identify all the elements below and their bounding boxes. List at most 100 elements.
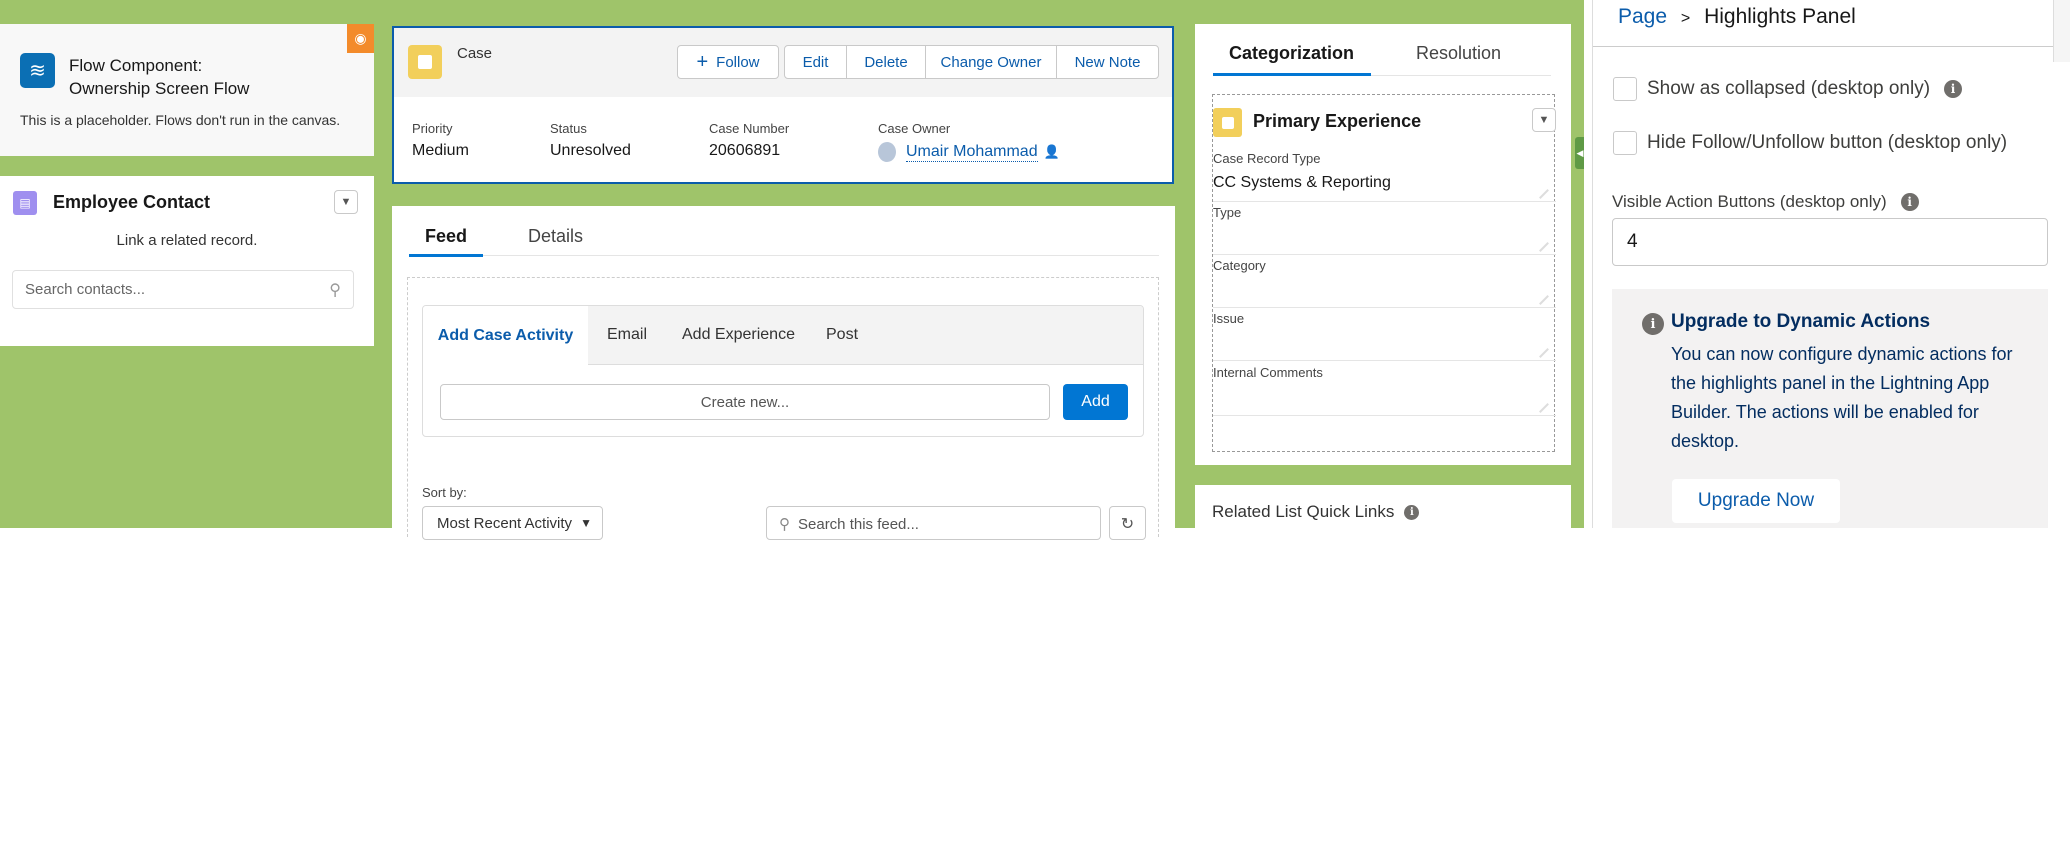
priority-label: Priority: [412, 121, 453, 136]
info-icon[interactable]: i: [1944, 80, 1963, 98]
breadcrumb-current: Highlights Panel: [1704, 5, 1856, 28]
search-feed-placeholder: Search this feed...: [798, 516, 919, 533]
experience-icon: [1213, 108, 1242, 137]
visible-action-buttons-label: Visible Action Buttons (desktop only): [1612, 192, 1887, 211]
primary-experience-section: Primary Experience ▼ Case Record Type CC …: [1212, 94, 1556, 452]
sort-select[interactable]: Most Recent Activity ▼: [422, 506, 603, 540]
flow-placeholder-text: This is a placeholder. Flows don't run i…: [20, 112, 341, 128]
flow-title: Flow Component:: [69, 56, 203, 75]
edit-icon[interactable]: [1539, 295, 1549, 305]
field-label: Type: [1213, 205, 1242, 220]
object-name: Case: [457, 45, 493, 62]
upgrade-notice: i Upgrade to Dynamic Actions You can now…: [1612, 289, 2048, 528]
field-value: CC Systems & Reporting: [1213, 174, 1391, 191]
follow-button[interactable]: + Follow: [677, 45, 779, 79]
tab-email[interactable]: Email: [607, 326, 647, 344]
search-contacts-input[interactable]: Search contacts... ⚲: [12, 270, 354, 309]
related-links-title: Related List Quick Links: [1212, 502, 1395, 521]
new-note-button[interactable]: New Note: [1056, 45, 1159, 79]
field-label: Internal Comments: [1213, 365, 1323, 380]
upgrade-now-button[interactable]: Upgrade Now: [1672, 479, 1840, 523]
edit-button[interactable]: Edit: [784, 45, 847, 79]
case-number-label: Case Number: [709, 121, 790, 136]
avatar: [878, 142, 896, 162]
flow-icon: ≋: [20, 53, 55, 88]
create-new-input[interactable]: Create new...: [440, 384, 1050, 420]
case-owner-link[interactable]: Umair Mohammad: [906, 143, 1038, 162]
highlights-panel[interactable]: Case + Follow Edit Delete Change Owner Ne…: [392, 26, 1174, 184]
show-collapsed-checkbox[interactable]: [1613, 77, 1637, 101]
tab-feed[interactable]: Feed: [425, 226, 467, 247]
visible-action-buttons-value: 4: [1627, 231, 1638, 252]
search-icon: ⚲: [329, 281, 341, 299]
status-label: Status: [550, 121, 587, 136]
breadcrumb-page-link[interactable]: Page: [1618, 5, 1667, 28]
upgrade-body: You can now configure dynamic actions fo…: [1671, 344, 2013, 451]
flow-name: Ownership Screen Flow: [69, 79, 250, 98]
field-label: Case Record Type: [1213, 151, 1321, 166]
delete-button[interactable]: Delete: [846, 45, 926, 79]
tab-label: Add Case Activity: [437, 327, 574, 344]
tab-categorization[interactable]: Categorization: [1229, 43, 1354, 64]
related-list-quick-links-card: Related List Quick Links i: [1195, 485, 1571, 528]
hide-follow-label: Hide Follow/Unfollow button (desktop onl…: [1647, 132, 2008, 153]
case-icon: [408, 45, 442, 79]
case-owner-label: Case Owner: [878, 121, 951, 136]
edit-icon[interactable]: [1539, 403, 1549, 413]
search-icon: ⚲: [779, 516, 790, 533]
properties-panel: Page > Highlights Panel Show as collapse…: [1593, 0, 2070, 528]
upgrade-title: Upgrade to Dynamic Actions: [1671, 311, 1931, 332]
plus-icon: +: [696, 50, 709, 73]
priority-value: Medium: [412, 142, 469, 159]
info-icon[interactable]: i: [1900, 193, 1919, 211]
search-feed-input[interactable]: ⚲ Search this feed...: [766, 506, 1101, 540]
refresh-icon: ↻: [1120, 516, 1135, 533]
tab-add-case-activity[interactable]: Add Case Activity: [423, 306, 588, 366]
breadcrumb: Page > Highlights Panel: [1618, 5, 1856, 29]
tab-add-experience[interactable]: Add Experience: [682, 326, 795, 344]
edit-icon[interactable]: [1539, 242, 1549, 252]
info-icon[interactable]: i: [1404, 504, 1420, 520]
breadcrumb-separator: >: [1680, 10, 1691, 27]
tab-post[interactable]: Post: [826, 326, 858, 344]
flow-component-card[interactable]: ≋ Flow Component: Ownership Screen Flow …: [0, 24, 374, 156]
field-internal-comments[interactable]: Internal Comments: [1213, 365, 1556, 416]
field-label: Issue: [1213, 311, 1245, 326]
sort-value: Most Recent Activity: [437, 515, 573, 532]
case-number-value: 20606891: [709, 142, 781, 159]
sort-label: Sort by:: [422, 485, 467, 500]
field-issue[interactable]: Issue: [1213, 311, 1556, 361]
edit-icon[interactable]: [1539, 348, 1549, 358]
tab-resolution[interactable]: Resolution: [1416, 43, 1501, 64]
chevron-down-icon[interactable]: ▼: [1532, 108, 1556, 132]
field-case-record-type[interactable]: Case Record Type CC Systems & Reporting: [1213, 151, 1556, 202]
caret-down-icon: ▼: [580, 516, 592, 530]
employee-contact-card: ▤ Employee Contact ▼ Link a related reco…: [0, 176, 374, 346]
follow-label: Follow: [716, 53, 760, 71]
field-label: Category: [1213, 258, 1266, 273]
action-buttons: + Follow Edit Delete Change Owner New Not…: [677, 45, 1159, 79]
change-owner-button[interactable]: Change Owner: [925, 45, 1057, 79]
search-placeholder: Search contacts...: [25, 281, 146, 298]
field-category[interactable]: Category: [1213, 258, 1556, 308]
feed-card: Feed Details Add Case Activity Email Add…: [392, 206, 1175, 540]
field-type[interactable]: Type: [1213, 205, 1556, 255]
info-icon: i: [1642, 313, 1664, 335]
change-owner-icon[interactable]: 👤: [1044, 144, 1060, 160]
categorization-card: Categorization Resolution Primary Experi…: [1195, 24, 1571, 465]
chevron-down-icon[interactable]: ▼: [334, 190, 358, 214]
scrollbar[interactable]: [2053, 0, 2070, 62]
status-value: Unresolved: [550, 142, 631, 159]
section-title: Primary Experience: [1253, 111, 1422, 131]
publisher: Add Case Activity Email Add Experience P…: [422, 305, 1144, 437]
tab-details[interactable]: Details: [528, 226, 583, 247]
add-button[interactable]: Add: [1063, 384, 1128, 420]
show-collapsed-label: Show as collapsed (desktop only): [1647, 78, 1931, 99]
refresh-button[interactable]: ↻: [1109, 506, 1146, 540]
hide-follow-checkbox[interactable]: [1613, 131, 1637, 155]
contact-icon: ▤: [13, 191, 37, 215]
visible-action-buttons-input[interactable]: 4: [1612, 218, 2048, 266]
eye-icon[interactable]: ◉: [347, 24, 374, 53]
employee-contact-title: Employee Contact: [53, 192, 211, 212]
link-record-text: Link a related record.: [116, 232, 258, 249]
